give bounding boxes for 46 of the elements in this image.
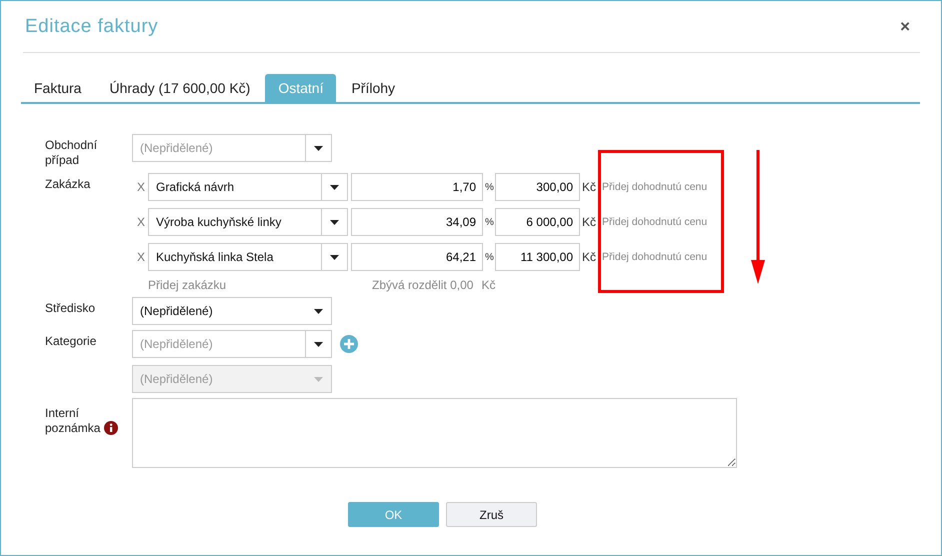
amount-field[interactable]: 6 000,00 bbox=[495, 208, 580, 236]
remaining-text: Zbývá rozdělit 0,00 bbox=[372, 278, 474, 292]
percent-field[interactable]: 1,70 bbox=[351, 173, 483, 201]
amount-field[interactable]: 300,00 bbox=[495, 173, 580, 201]
add-price-link[interactable]: Přidej dohodnutú cenu bbox=[602, 181, 708, 193]
info-icon bbox=[104, 421, 118, 435]
percent-unit: % bbox=[485, 252, 495, 262]
field-label: Interní poznámka bbox=[45, 398, 132, 436]
tab[interactable]: Přílohy bbox=[338, 74, 408, 102]
percent-field[interactable]: 64,21 bbox=[351, 243, 483, 271]
currency-label: Kč bbox=[582, 180, 596, 194]
cancel-button[interactable]: Zruš bbox=[446, 502, 537, 527]
field-label: Kategorie bbox=[45, 333, 98, 349]
remove-button[interactable]: X bbox=[132, 250, 148, 264]
order-select[interactable]: Kuchyňská linka Stela bbox=[148, 243, 348, 271]
percent-field[interactable]: 34,09 bbox=[351, 208, 483, 236]
field-label: Obchodní případ bbox=[45, 137, 98, 168]
close-button[interactable]: × bbox=[900, 16, 910, 36]
dialog-title: Editace faktury bbox=[25, 16, 158, 38]
note-field[interactable] bbox=[132, 398, 737, 468]
remove-button[interactable]: X bbox=[132, 180, 148, 194]
field-label: Středisko bbox=[45, 300, 96, 316]
caret-icon bbox=[314, 308, 322, 314]
currency-label: Kč bbox=[582, 250, 596, 264]
amount-field[interactable]: 11 300,00 bbox=[495, 243, 580, 271]
tab[interactable]: Faktura bbox=[21, 74, 94, 102]
remove-button[interactable]: X bbox=[132, 215, 148, 229]
add-icon[interactable] bbox=[340, 335, 358, 353]
caret-icon bbox=[330, 184, 339, 190]
add-price-link[interactable]: Přidej dohodnutú cenu bbox=[602, 251, 708, 263]
caret-icon bbox=[330, 220, 339, 224]
percent-unit: % bbox=[485, 216, 495, 228]
caret-icon bbox=[314, 146, 323, 150]
order-select[interactable]: Grafická návrh bbox=[148, 173, 348, 201]
add-order-link[interactable]: Přidej zakázku bbox=[148, 278, 226, 292]
percent-unit: % bbox=[485, 182, 495, 192]
field-label: Zakázka bbox=[45, 176, 92, 192]
tab[interactable]: Úhrady (17 600,00 Kč) bbox=[96, 74, 264, 102]
caret-icon bbox=[314, 342, 323, 346]
currency-label: Kč bbox=[481, 278, 496, 292]
cost-center-select[interactable]: (Nepřidělené) bbox=[132, 297, 332, 325]
caret-icon bbox=[314, 376, 322, 382]
order-select[interactable]: Výroba kuchyňské linky bbox=[148, 208, 348, 236]
caret-icon bbox=[330, 254, 339, 260]
add-price-link[interactable]: Přidej dohodnutú cenu bbox=[602, 216, 708, 228]
currency-label: Kč bbox=[582, 215, 596, 229]
